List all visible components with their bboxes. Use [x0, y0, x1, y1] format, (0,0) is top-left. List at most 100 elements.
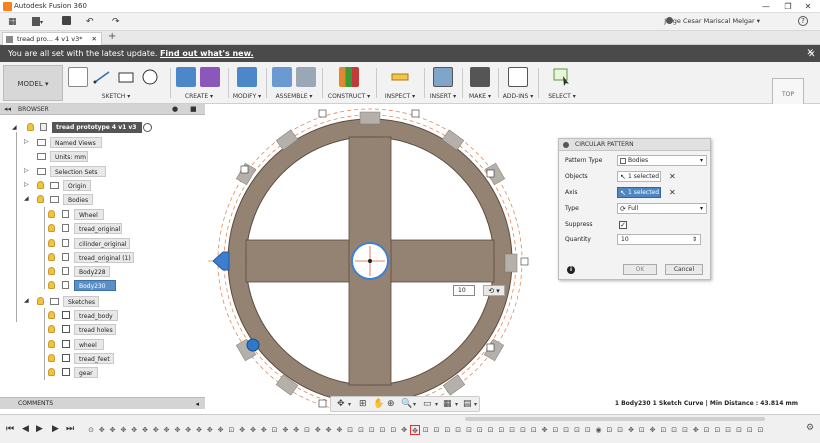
browser-item-origin[interactable]: Origin — [63, 180, 91, 191]
clear-axis-icon[interactable]: ✕ — [669, 187, 676, 199]
select-menu[interactable]: SELECT ▾ — [540, 93, 584, 100]
close-tab-icon[interactable]: ✕ — [92, 33, 97, 45]
dialog-header[interactable]: CIRCULAR PATTERN — [559, 139, 710, 151]
visibility-bulb-icon[interactable] — [48, 253, 55, 261]
browser-item-tread-original[interactable]: tread_original — [74, 223, 122, 234]
timeline-feature[interactable]: ⊡ — [507, 425, 517, 435]
construct-menu[interactable]: CONSTRUCT ▾ — [324, 93, 374, 100]
browser-item-cilinder-original[interactable]: cilinder_original — [74, 238, 130, 249]
timeline-feature[interactable]: ✥ — [108, 425, 118, 435]
timeline-feature[interactable]: ✥ — [691, 425, 701, 435]
axis-selection[interactable]: ↖ 1 selected — [617, 187, 661, 198]
timeline-feature[interactable]: ⊡ — [421, 425, 431, 435]
timeline-feature[interactable]: ⊡ — [680, 425, 690, 435]
browser-item-tread-feet[interactable]: tread_feet — [74, 353, 114, 364]
cancel-button[interactable]: Cancel — [665, 264, 703, 275]
insert-menu[interactable]: INSERT ▾ — [426, 93, 460, 100]
create-sketch-icon[interactable] — [68, 67, 88, 87]
timeline-feature[interactable]: ⊡ — [712, 425, 722, 435]
go-to-start-button[interactable]: ⏮ — [6, 424, 14, 434]
timeline-feature[interactable]: ✥ — [140, 425, 150, 435]
offset-plane-icon[interactable] — [339, 67, 359, 87]
browser-pin-icon[interactable]: ● — [172, 104, 178, 115]
center-point[interactable] — [368, 259, 372, 263]
select-group[interactable]: SELECT ▾ — [540, 64, 584, 102]
visibility-bulb-icon[interactable] — [27, 123, 34, 131]
measure-icon[interactable] — [390, 67, 410, 87]
maximize-button[interactable]: ❐ — [778, 1, 798, 12]
timeline-feature[interactable]: ✥ — [399, 425, 409, 435]
modify-menu[interactable]: MODIFY ▾ — [230, 93, 264, 100]
document-tab[interactable]: tread pro... 4 v1 v3* ✕ — [2, 32, 102, 45]
timeline-feature[interactable]: ✥ — [237, 425, 247, 435]
comments-panel[interactable]: COMMENTS ◂ — [0, 397, 205, 409]
info-icon[interactable]: i — [567, 266, 575, 274]
visibility-bulb-icon[interactable] — [48, 210, 55, 218]
timeline-feature[interactable]: ✥ — [334, 425, 344, 435]
comments-toggle-icon[interactable]: ◂ — [195, 398, 199, 410]
ok-button[interactable]: OK — [623, 264, 657, 275]
timeline-feature[interactable]: ✥ — [410, 425, 420, 435]
canvas-distribution-dropdown[interactable]: ⟲ ▾ — [483, 285, 505, 296]
browser-item-selection-sets[interactable]: Selection Sets — [50, 166, 106, 177]
timeline-feature[interactable]: ⊡ — [453, 425, 463, 435]
instance-checkbox[interactable] — [318, 109, 327, 118]
insert-group[interactable]: INSERT ▾ — [426, 64, 460, 102]
timeline-feature[interactable]: ✥ — [280, 425, 290, 435]
timeline-feature[interactable]: ✥ — [183, 425, 193, 435]
timeline-feature[interactable]: ✥ — [162, 425, 172, 435]
timeline-feature[interactable]: ⊡ — [432, 425, 442, 435]
browser-toggle-icon[interactable]: ■ — [190, 104, 197, 115]
workspace-switcher-button[interactable]: MODEL ▾ — [3, 65, 63, 101]
visibility-bulb-icon[interactable] — [48, 239, 55, 247]
timeline-feature[interactable]: ⊡ — [615, 425, 625, 435]
browser-root-component[interactable]: tread prototype 4 v1 v3 — [52, 122, 142, 133]
pattern-type-select[interactable]: Bodies ▾ — [617, 155, 707, 166]
construct-group[interactable]: CONSTRUCT ▾ — [324, 64, 374, 102]
close-viewcube-icon[interactable]: ✕ — [808, 50, 816, 60]
objects-selection[interactable]: ↖ 1 selected — [617, 171, 661, 182]
visibility-bulb-icon[interactable] — [48, 368, 55, 376]
instance-checkbox[interactable] — [411, 109, 420, 118]
canvas-quantity-input[interactable]: 10 — [453, 285, 475, 296]
timeline-feature[interactable]: ✥ — [648, 425, 658, 435]
timeline-feature[interactable]: ⊡ — [226, 425, 236, 435]
timeline-feature[interactable]: ⊡ — [658, 425, 668, 435]
file-menu-button[interactable]: ▾ — [32, 16, 43, 28]
visibility-bulb-icon[interactable] — [37, 181, 44, 189]
timeline-feature[interactable]: ✥ — [97, 425, 107, 435]
quantity-input[interactable]: 10 ⇕ — [617, 234, 701, 245]
timeline-feature[interactable]: ⊡ — [486, 425, 496, 435]
timeline-feature[interactable]: ⊡ — [464, 425, 474, 435]
redo-button[interactable]: ↷ — [112, 16, 120, 28]
make-group[interactable]: MAKE ▾ — [464, 64, 496, 102]
timeline-feature[interactable]: ✥ — [540, 425, 550, 435]
extrude-icon[interactable] — [176, 67, 196, 87]
add-ins-group[interactable]: ADD-INS ▾ — [500, 64, 536, 102]
play-button[interactable]: ▶ — [36, 424, 43, 434]
browser-item-body230[interactable]: Body230 — [74, 280, 116, 291]
pattern-icon[interactable] — [200, 67, 220, 87]
timeline-feature[interactable]: ✥ — [626, 425, 636, 435]
wheel-model-viewport[interactable] — [205, 104, 820, 409]
visibility-bulb-icon[interactable] — [48, 340, 55, 348]
modify-group[interactable]: MODIFY ▾ — [230, 64, 264, 102]
instance-checkbox[interactable] — [486, 343, 495, 352]
visibility-bulb-icon[interactable] — [48, 267, 55, 275]
browser-item-bodies[interactable]: Bodies — [63, 194, 93, 205]
browser-item-sketches[interactable]: Sketches — [63, 296, 99, 307]
whats-new-link[interactable]: Find out what's new. — [160, 49, 254, 58]
timeline-feature[interactable]: ✥ — [259, 425, 269, 435]
timeline-feature[interactable]: ⊡ — [604, 425, 614, 435]
line-icon[interactable] — [92, 67, 112, 87]
collapse-browser-icon[interactable]: ◂◂ — [4, 104, 11, 115]
timeline-feature[interactable]: ⊡ — [529, 425, 539, 435]
browser-item-tread-holes[interactable]: tread holes — [74, 324, 116, 335]
browser-item-tread-original-1[interactable]: tread_original (1) — [74, 252, 134, 263]
assemble-group[interactable]: ASSEMBLE ▾ — [268, 64, 320, 102]
select-arrow-icon[interactable] — [552, 67, 572, 87]
add-ins-menu[interactable]: ADD-INS ▾ — [500, 93, 536, 100]
close-window-button[interactable]: ✕ — [798, 1, 818, 12]
browser-item-wheel[interactable]: Wheel — [74, 209, 104, 220]
activate-component-icon[interactable] — [143, 123, 152, 132]
